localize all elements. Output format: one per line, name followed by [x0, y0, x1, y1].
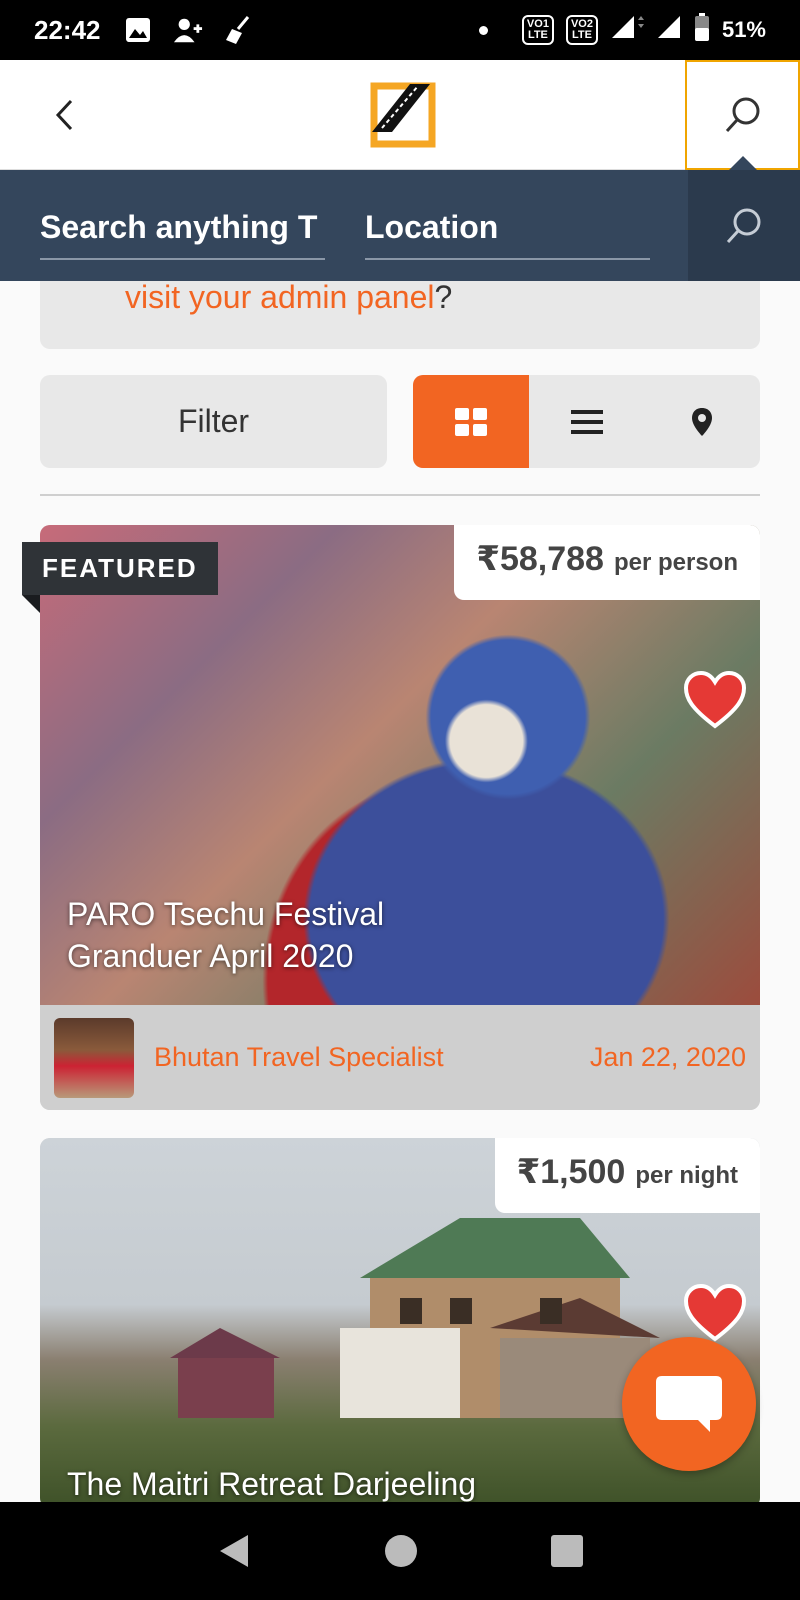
search-toggle-button[interactable] — [685, 60, 800, 170]
heart-icon — [683, 1283, 747, 1342]
grid-view-button[interactable] — [413, 375, 529, 468]
back-nav-icon[interactable] — [216, 1533, 252, 1569]
author-avatar[interactable] — [54, 1017, 134, 1098]
volte-sim1-sub: LTE — [527, 29, 548, 41]
post-date: Jan 22, 2020 — [589, 1042, 746, 1072]
system-nav-bar — [0, 1502, 800, 1600]
add-contact-icon — [173, 15, 203, 45]
map-view-button[interactable] — [644, 375, 760, 468]
signal-sim2-icon — [656, 14, 682, 46]
search-panel: Search anything T Location — [0, 170, 800, 281]
price-amount: ₹1,500 — [516, 1153, 626, 1191]
home-nav-icon[interactable] — [384, 1534, 418, 1568]
gallery-icon — [123, 15, 153, 45]
back-button[interactable] — [40, 90, 90, 140]
volte-sim2-sub: LTE — [571, 29, 592, 41]
price-tag: ₹1,500 per night — [494, 1138, 760, 1213]
list-icon — [570, 409, 603, 434]
admin-panel-link[interactable]: visit your admin panel — [125, 279, 434, 315]
search-icon — [726, 208, 761, 243]
view-toggle — [413, 375, 760, 468]
volte-sim2-icon: VO2 LTE — [565, 15, 598, 45]
favorite-button[interactable] — [682, 667, 748, 733]
listing-title-line2: Granduer April 2020 — [67, 938, 354, 974]
filter-button[interactable]: Filter — [40, 375, 387, 468]
search-icon — [725, 97, 759, 133]
notification-dot-icon — [478, 25, 488, 35]
chat-button[interactable] — [622, 1337, 756, 1471]
author-name[interactable]: Bhutan Travel Specialist — [154, 1042, 444, 1073]
signal-sim1-icon — [610, 14, 644, 46]
app-bar — [0, 60, 800, 170]
recents-nav-icon[interactable] — [550, 1534, 584, 1568]
battery-percent: 51% — [721, 17, 766, 42]
app-logo[interactable] — [370, 80, 436, 150]
notice-suffix: ? — [434, 279, 453, 315]
volte-sim1-icon: VO1 LTE — [521, 15, 554, 45]
divider — [40, 494, 760, 496]
listing-title-line1: PARO Tsechu Festival — [67, 896, 385, 932]
status-bar: 22:42 VO1 LTE VO2 LTE 51% — [0, 0, 800, 60]
list-view-button[interactable] — [529, 375, 645, 468]
listing-title[interactable]: The Maitri Retreat Darjeeling — [67, 1463, 476, 1505]
heart-icon — [683, 670, 747, 729]
map-pin-icon — [692, 407, 713, 436]
search-submit-button[interactable] — [688, 170, 800, 281]
price-amount: ₹58,788 — [476, 540, 604, 578]
price-unit: per person — [613, 549, 738, 576]
price-tag: ₹58,788 per person — [454, 525, 760, 600]
admin-notice: visit your admin panel? — [40, 281, 760, 349]
keyword-search-input[interactable]: Search anything T — [40, 205, 325, 260]
featured-badge: FEATURED — [22, 542, 218, 595]
cleaner-icon — [223, 15, 253, 45]
location-input[interactable]: Location — [365, 205, 650, 260]
status-time: 22:42 — [34, 14, 101, 45]
featured-badge-fold — [22, 595, 40, 613]
listing-title[interactable]: PARO Tsechu Festival Granduer April 2020 — [67, 893, 384, 977]
chevron-left-icon — [55, 99, 73, 131]
battery-icon — [694, 13, 710, 47]
grid-icon — [454, 407, 487, 436]
listing-card[interactable]: ₹58,788 per person PARO Tsechu Festival … — [40, 525, 760, 1110]
price-unit: per night — [635, 1162, 738, 1189]
chat-bubble-icon — [656, 1376, 722, 1432]
listing-footer: Bhutan Travel Specialist Jan 22, 2020 — [40, 1005, 760, 1110]
